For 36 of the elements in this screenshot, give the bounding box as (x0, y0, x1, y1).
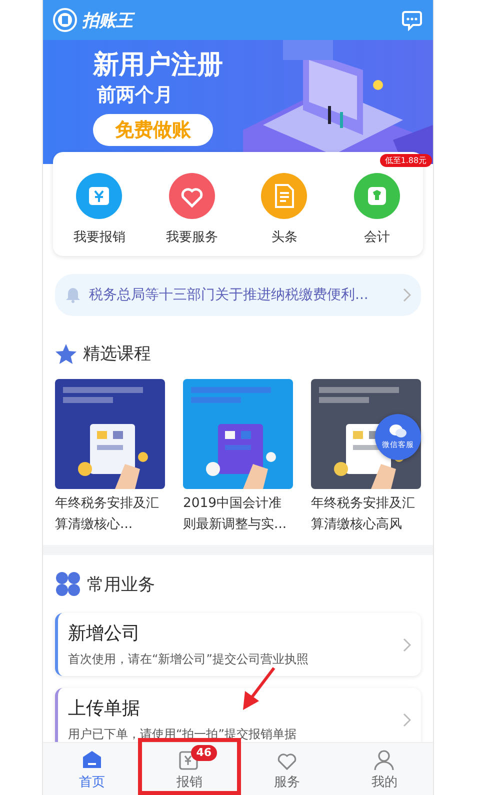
chevron-right-icon (403, 712, 411, 726)
chevron-right-icon (403, 638, 411, 652)
tab[interactable]: 我的 (336, 743, 433, 795)
shortcut-label[interactable]: 头条 (271, 228, 298, 246)
tab[interactable]: 服务 (238, 743, 336, 795)
document-icon[interactable] (260, 172, 308, 220)
tab[interactable]: 报销 46 (140, 743, 238, 795)
course-title[interactable]: 年终税务安排及汇算清缴核心... (55, 493, 165, 535)
tab[interactable]: 首页 (43, 743, 140, 795)
app-logo-text: 拍账王 (82, 10, 133, 32)
card-title: 新增公司 (68, 622, 141, 645)
card-title: 上传单据 (68, 697, 141, 720)
receipt-icon[interactable] (75, 172, 124, 220)
banner-title: 新用户注册 (93, 49, 223, 82)
shortcut-label[interactable]: 会计 (364, 228, 390, 246)
business-card[interactable]: 新增公司 首次使用，请在“新增公司”提交公司营业执照 (55, 613, 421, 676)
grid-icon (55, 571, 81, 597)
banner-subtitle: 前两个月 (97, 83, 173, 108)
annotation-arrow (243, 667, 276, 710)
logo-icon (53, 8, 77, 32)
section-title: 精选课程 (83, 343, 151, 365)
card-description: 首次使用，请在“新增公司”提交公司营业执照 (68, 651, 310, 668)
shortcut-label[interactable]: 我要报销 (73, 228, 126, 246)
shortcut-label[interactable]: 我要服务 (166, 228, 218, 246)
price-badge: 低至1.88元 (380, 154, 432, 167)
chat-bubbles-icon (389, 424, 407, 438)
message-icon[interactable] (401, 9, 423, 31)
star-icon (55, 342, 77, 364)
person-icon (372, 748, 396, 772)
count-badge: 46 (191, 745, 217, 761)
chevron-right-icon[interactable] (403, 288, 411, 302)
shirt-icon[interactable] (352, 172, 401, 220)
section-title: 常用业务 (87, 574, 155, 596)
bell-icon (65, 287, 81, 303)
course-title[interactable]: 2019中国会计准则最新调整与实... (183, 493, 293, 535)
course-title[interactable]: 年终税务安排及汇算清缴核心高风 (311, 493, 421, 535)
